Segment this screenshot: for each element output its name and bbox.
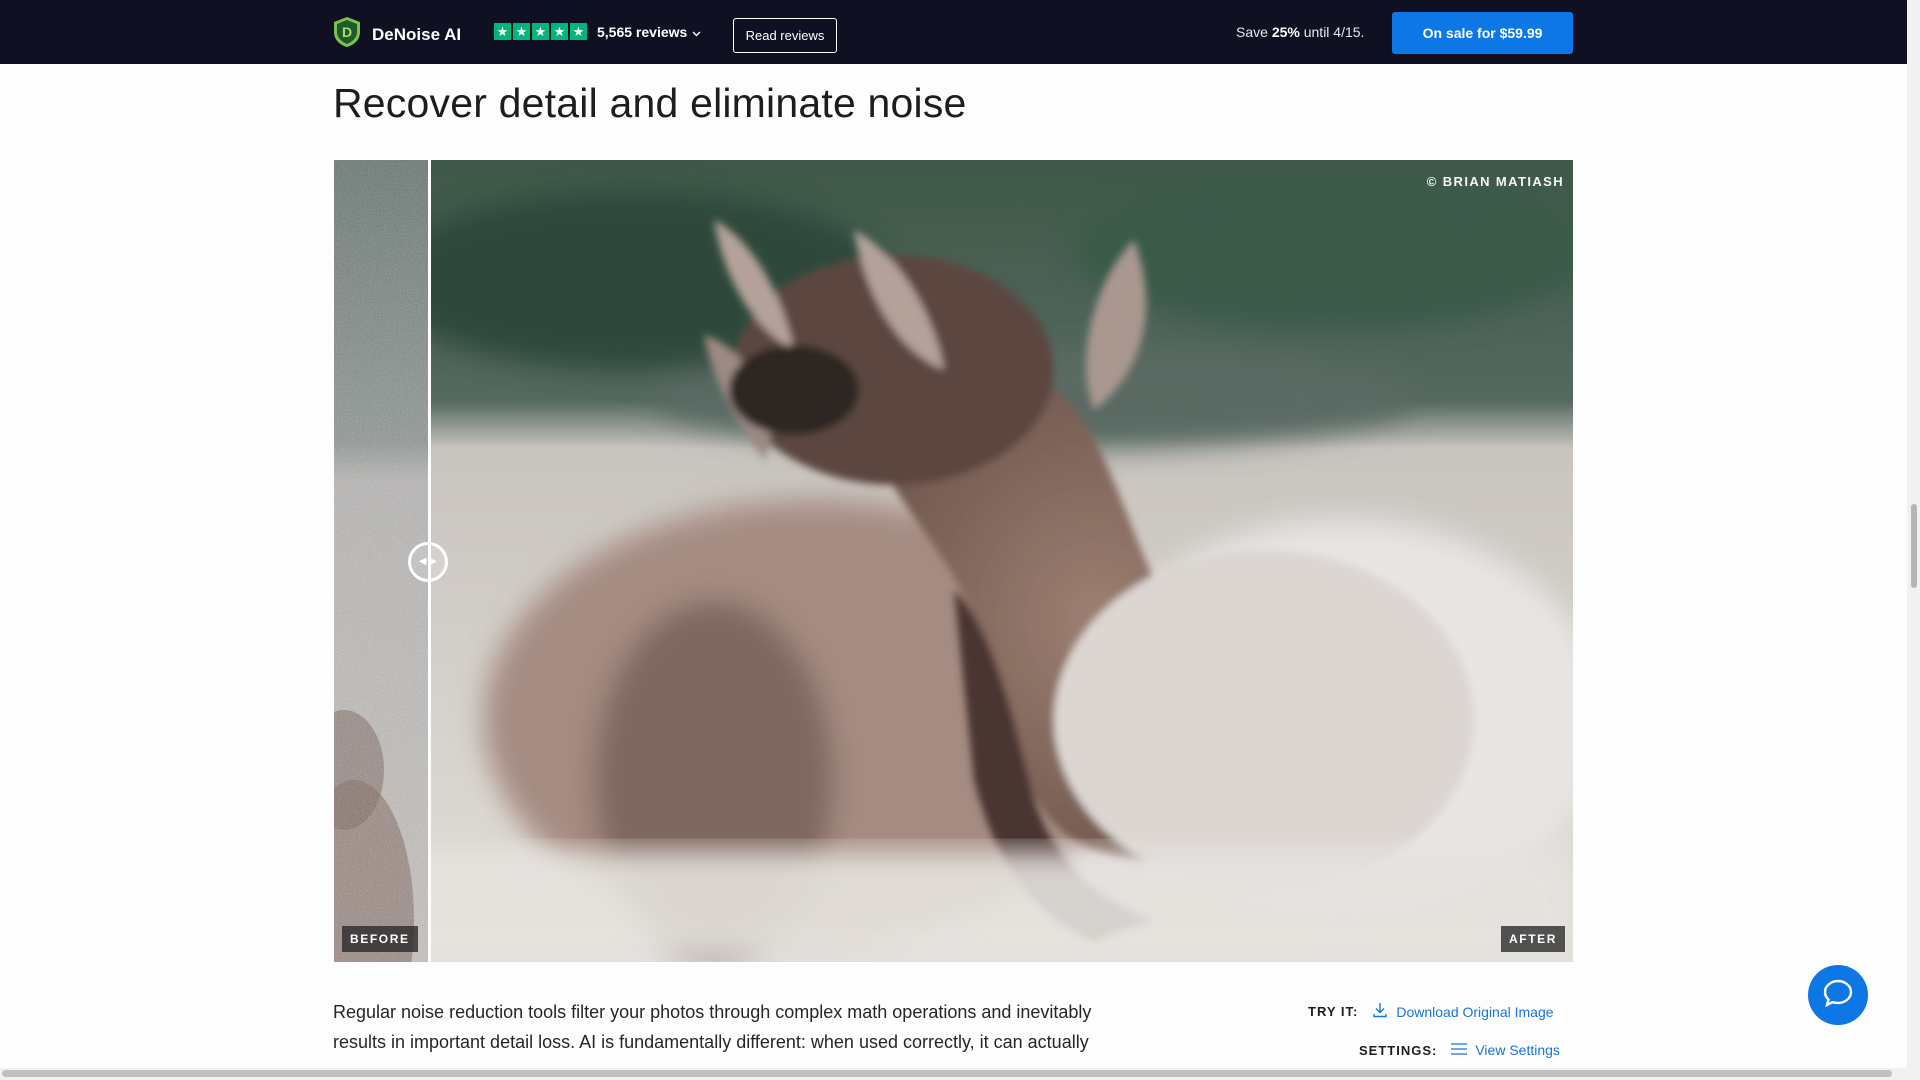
photo-credit: © BRIAN MATIASH	[1426, 174, 1564, 189]
download-icon	[1372, 1002, 1388, 1021]
rating-stars: ★ ★ ★ ★ ★	[494, 23, 587, 40]
brand-name: DeNoise AI	[372, 24, 462, 44]
reviews-dropdown[interactable]: 5,565 reviews	[597, 24, 701, 40]
help-chat-button[interactable]	[1808, 965, 1868, 1025]
view-settings-link[interactable]: View Settings	[1451, 1042, 1560, 1058]
view-settings-label: View Settings	[1475, 1042, 1560, 1058]
read-reviews-button[interactable]: Read reviews	[733, 18, 837, 53]
sale-notice-percent: 25%	[1271, 24, 1300, 40]
sale-notice: Save 25% until 4/15.	[1236, 24, 1364, 40]
top-navigation-bar: D DeNoise AI ★ ★ ★ ★ ★ 5,565 reviews Rea…	[0, 0, 1907, 64]
drag-arrows-icon: ◀ ▶	[418, 556, 438, 567]
list-icon	[1451, 1042, 1468, 1058]
settings-row: SETTINGS: View Settings	[1359, 1042, 1560, 1058]
before-label: BEFORE	[342, 926, 418, 952]
star-icon: ★	[513, 23, 530, 40]
reviews-count: 5,565 reviews	[597, 23, 688, 40]
chevron-down-icon	[692, 24, 701, 40]
try-it-label: TRY IT:	[1308, 1004, 1359, 1019]
buy-sale-button[interactable]: On sale for $59.99	[1392, 12, 1573, 54]
page-title: Recover detail and eliminate noise	[333, 80, 967, 126]
chat-bubble-icon	[1823, 979, 1853, 1012]
star-icon: ★	[551, 23, 568, 40]
try-it-row: TRY IT: Download Original Image	[1308, 1002, 1554, 1021]
before-after-comparison[interactable]: ◀ ▶ © BRIAN MATIASH BEFORE AFTER	[334, 160, 1573, 962]
download-original-label: Download Original Image	[1396, 1003, 1554, 1020]
after-label: AFTER	[1501, 926, 1565, 952]
star-icon: ★	[570, 23, 587, 40]
description-paragraph: Regular noise reduction tools filter you…	[333, 1002, 1092, 1052]
sale-notice-suffix: until 4/15.	[1303, 24, 1365, 40]
settings-label: SETTINGS:	[1359, 1042, 1438, 1058]
after-image	[334, 160, 1573, 962]
star-icon: ★	[532, 23, 549, 40]
svg-text:D: D	[342, 24, 352, 40]
sale-notice-prefix: Save	[1236, 24, 1268, 40]
horizontal-scrollbar-thumb[interactable]	[2, 1070, 1892, 1077]
comparison-slider-handle[interactable]: ◀ ▶	[408, 542, 448, 582]
trustpilot-rating: ★ ★ ★ ★ ★ 5,565 reviews	[494, 23, 701, 40]
denoise-logo-icon: D	[332, 16, 362, 53]
download-original-link[interactable]: Download Original Image	[1372, 1002, 1554, 1021]
vertical-scrollbar-thumb[interactable]	[1911, 504, 1917, 588]
star-icon: ★	[494, 23, 511, 40]
brand[interactable]: D DeNoise AI	[332, 16, 461, 53]
